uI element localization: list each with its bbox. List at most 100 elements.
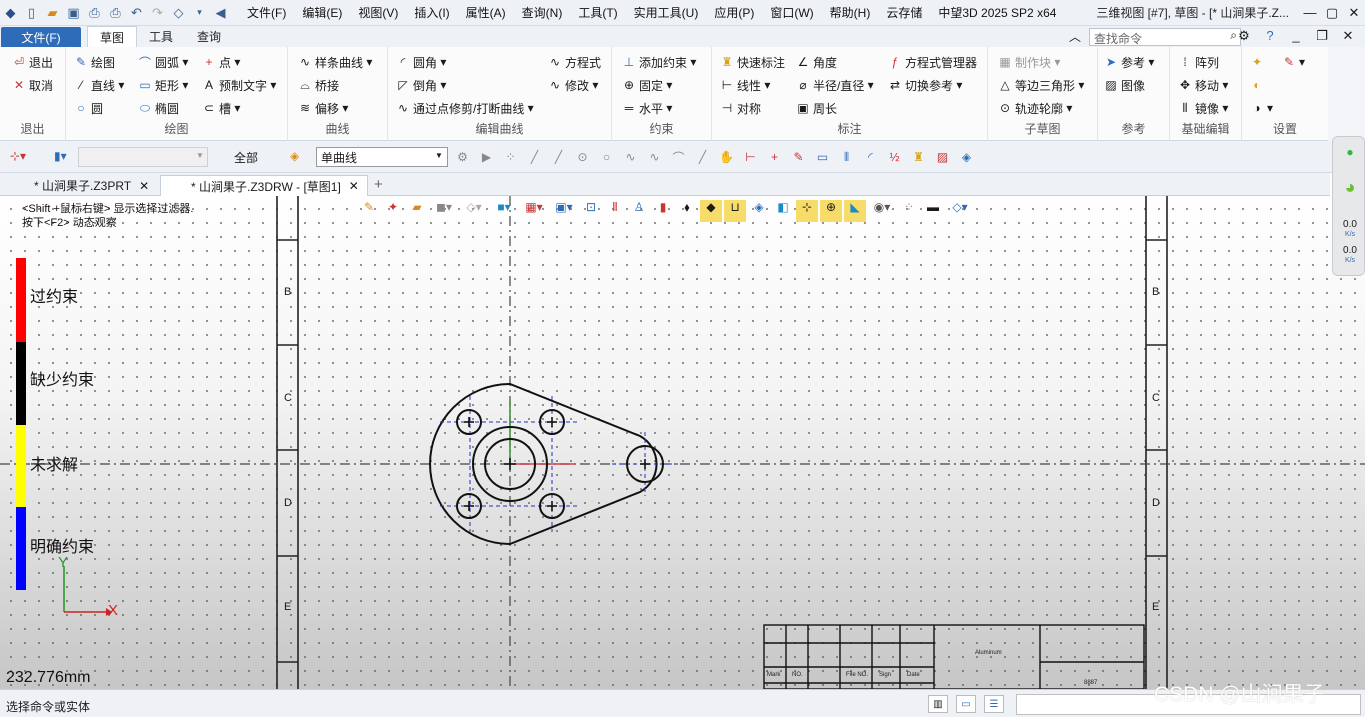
snap-dots-icon[interactable]: ⁘ <box>500 147 521 167</box>
settings-gear-icon[interactable]: ⚙ <box>1233 28 1255 44</box>
close-tab-icon[interactable]: ✕ <box>349 179 359 193</box>
equation-manager-button[interactable]: ƒ 方程式管理器 <box>888 52 977 72</box>
snap-diag-icon[interactable]: ╱ <box>692 147 713 167</box>
open-folder-icon[interactable]: ▰ <box>42 3 63 23</box>
print-preview-icon[interactable]: ⎙ <box>105 3 126 23</box>
image-button[interactable]: ▨ 图像 <box>1104 75 1145 95</box>
view-bars-icon[interactable]: ▮ <box>652 200 674 222</box>
equation-button[interactable]: ∿ 方程式 <box>548 52 601 72</box>
arc-button[interactable]: ⌒ 圆弧 ▾ <box>138 52 188 72</box>
fillet-blue-icon[interactable]: ◜ <box>860 147 881 167</box>
snap-line2-icon[interactable]: ╱ <box>548 147 569 167</box>
view-layer-icon[interactable]: ◈ <box>748 200 770 222</box>
view-h-icon[interactable]: Ⅱ <box>604 200 626 222</box>
snap-wave2-icon[interactable]: ∿ <box>644 147 665 167</box>
view-person-icon[interactable]: ♙ <box>628 200 650 222</box>
modify-button[interactable]: ∿ 修改 ▾ <box>548 75 598 95</box>
view-pin-icon[interactable]: ⬧ <box>676 200 698 222</box>
snap-arc-icon[interactable]: ⌒ <box>668 147 689 167</box>
menu-attributes[interactable]: 属性(A) <box>458 4 514 21</box>
menu-utilities[interactable]: 实用工具(U) <box>626 4 707 21</box>
new-tab-icon[interactable]: + <box>374 176 383 193</box>
fraction-icon[interactable]: ½ <box>884 147 905 167</box>
snap-gear-icon[interactable]: ⚙ <box>452 147 473 167</box>
close-doc-icon[interactable]: ✕ <box>1337 28 1359 44</box>
symmetric-dimension-button[interactable]: ⊣ 对称 <box>720 98 761 118</box>
menu-edit[interactable]: 编辑(E) <box>294 4 350 21</box>
view-hl2-icon[interactable]: ⊔ <box>724 200 746 222</box>
dim-red-icon[interactable]: ⊢ <box>740 147 761 167</box>
dropdown-arrow-icon[interactable]: ▾ <box>189 3 210 23</box>
redo-icon[interactable]: ↷ <box>147 3 168 23</box>
view-layer2-icon[interactable]: ◧ <box>772 200 794 222</box>
view-hl4-icon[interactable]: ⊕ <box>820 200 842 222</box>
equilateral-triangle-button[interactable]: △ 等边三角形 ▾ <box>998 75 1084 95</box>
mirror-blue-icon[interactable]: ⫴ <box>836 147 857 167</box>
sketch-canvas[interactable]: B C D E B C D E Aluminum Mark NO. File N… <box>0 196 1365 689</box>
status-layout-icon[interactable]: ▥ <box>928 695 948 713</box>
perimeter-button[interactable]: ▣ 周长 <box>796 98 837 118</box>
color-select-icon[interactable]: ◈ <box>290 149 299 163</box>
image-red-icon[interactable]: ▨ <box>932 147 953 167</box>
menu-cloud[interactable]: 云存储 <box>878 4 930 21</box>
pick-point-icon[interactable]: ⊹▾ <box>10 149 26 163</box>
menu-tools[interactable]: 工具(T) <box>570 4 625 21</box>
offset-button[interactable]: ≋ 偏移 ▾ <box>298 98 348 118</box>
new-file-icon[interactable]: ▯ <box>21 3 42 23</box>
mirror-button[interactable]: ⫴ 镜像 ▾ <box>1178 98 1228 118</box>
snap-center-icon[interactable]: ⊙ <box>572 147 593 167</box>
tab-sketch[interactable]: 草图 <box>87 26 138 47</box>
move-button[interactable]: ✥ 移动 ▾ <box>1178 75 1228 95</box>
spline-button[interactable]: ∿ 样条曲线 ▾ <box>298 52 372 72</box>
angle-dimension-button[interactable]: ∠ 角度 <box>796 52 837 72</box>
snap-circle-icon[interactable]: ○ <box>596 147 617 167</box>
draw-button[interactable]: ✎ 绘图 <box>74 52 115 72</box>
toggle-reference-button[interactable]: ⇄ 切换参考 ▾ <box>888 75 962 95</box>
add-constraint-button[interactable]: ⊥ 添加约束 ▾ <box>622 52 697 72</box>
chart-icon[interactable]: ▮▾ <box>54 149 67 163</box>
doc-tab-part[interactable]: * 山涧果子.Z3PRT ✕ <box>26 175 157 196</box>
snap-line-icon[interactable]: ╱ <box>524 147 545 167</box>
array-button[interactable]: ⁞ 阵列 <box>1178 52 1219 72</box>
menu-view[interactable]: 视图(V) <box>350 4 406 21</box>
rect-blue-icon[interactable]: ▭ <box>812 147 833 167</box>
print-icon[interactable]: ⎙ <box>84 3 105 23</box>
view-hl1-icon[interactable]: ◆ <box>700 200 722 222</box>
quickdim-icon[interactable]: ♜ <box>908 147 929 167</box>
horizontal-button[interactable]: ═ 水平 ▾ <box>622 98 673 118</box>
menu-file[interactable]: 文件(F) <box>239 4 294 21</box>
track-profile-button[interactable]: ⊙ 轨迹轮廓 ▾ <box>998 98 1072 118</box>
menu-apps[interactable]: 应用(P) <box>706 4 762 21</box>
app-logo-icon[interactable]: ◆ <box>0 3 21 23</box>
command-search-input[interactable]: 查找命令 <box>1089 28 1241 46</box>
nav-left-icon[interactable]: ◀ <box>210 3 231 23</box>
settings-tool-1[interactable]: ✦ <box>1250 52 1267 72</box>
menu-insert[interactable]: 插入(I) <box>406 4 457 21</box>
restore-doc-icon[interactable]: _ <box>1285 28 1307 44</box>
settings-tool-4[interactable]: ◑ ▾ <box>1250 98 1273 118</box>
curve-type-select[interactable]: 单曲线 <box>316 147 448 167</box>
radius-diameter-button[interactable]: ⌀ 半径/直径 ▾ <box>796 75 873 95</box>
doc-tab-drawing[interactable]: * 山涧果子.Z3DRW - [草图1] ✕ <box>160 175 368 196</box>
check-blue-icon[interactable]: ◈ <box>956 147 977 167</box>
status-monitor-icon[interactable]: ▭ <box>956 695 976 713</box>
curve-type-arrow-icon[interactable]: ▼ <box>435 151 443 160</box>
cancel-button[interactable]: ✕ 取消 <box>12 75 53 95</box>
tab-tools[interactable]: 工具 <box>137 26 185 47</box>
undo-icon[interactable]: ↶ <box>126 3 147 23</box>
view-hl5-icon[interactable]: ◣ <box>844 200 866 222</box>
view-line-icon[interactable]: ▬ <box>922 200 944 222</box>
menu-help[interactable]: 帮助(H) <box>822 4 879 21</box>
trim-break-button[interactable]: ∿ 通过点修剪/打断曲线 ▾ <box>396 98 534 118</box>
maximize-icon[interactable]: ▢ <box>1321 5 1343 21</box>
tab-inquire[interactable]: 查询 <box>185 26 233 47</box>
view-cube-icon[interactable]: ◼▾ <box>430 200 458 222</box>
snap-wave-icon[interactable]: ∿ <box>620 147 641 167</box>
circle-button[interactable]: ○ 圆 <box>74 98 103 118</box>
view-image-icon[interactable]: ▣▾ <box>550 200 578 222</box>
ellipse-button[interactable]: ⬭ 椭圆 <box>138 98 179 118</box>
rectangle-button[interactable]: ▭ 矩形 ▾ <box>138 75 188 95</box>
reference-button[interactable]: ➤ 参考 ▾ <box>1104 52 1154 72</box>
exit-button[interactable]: ⏎ 退出 <box>12 52 53 72</box>
filter-combo-arrow-icon[interactable]: ▼ <box>196 151 204 160</box>
